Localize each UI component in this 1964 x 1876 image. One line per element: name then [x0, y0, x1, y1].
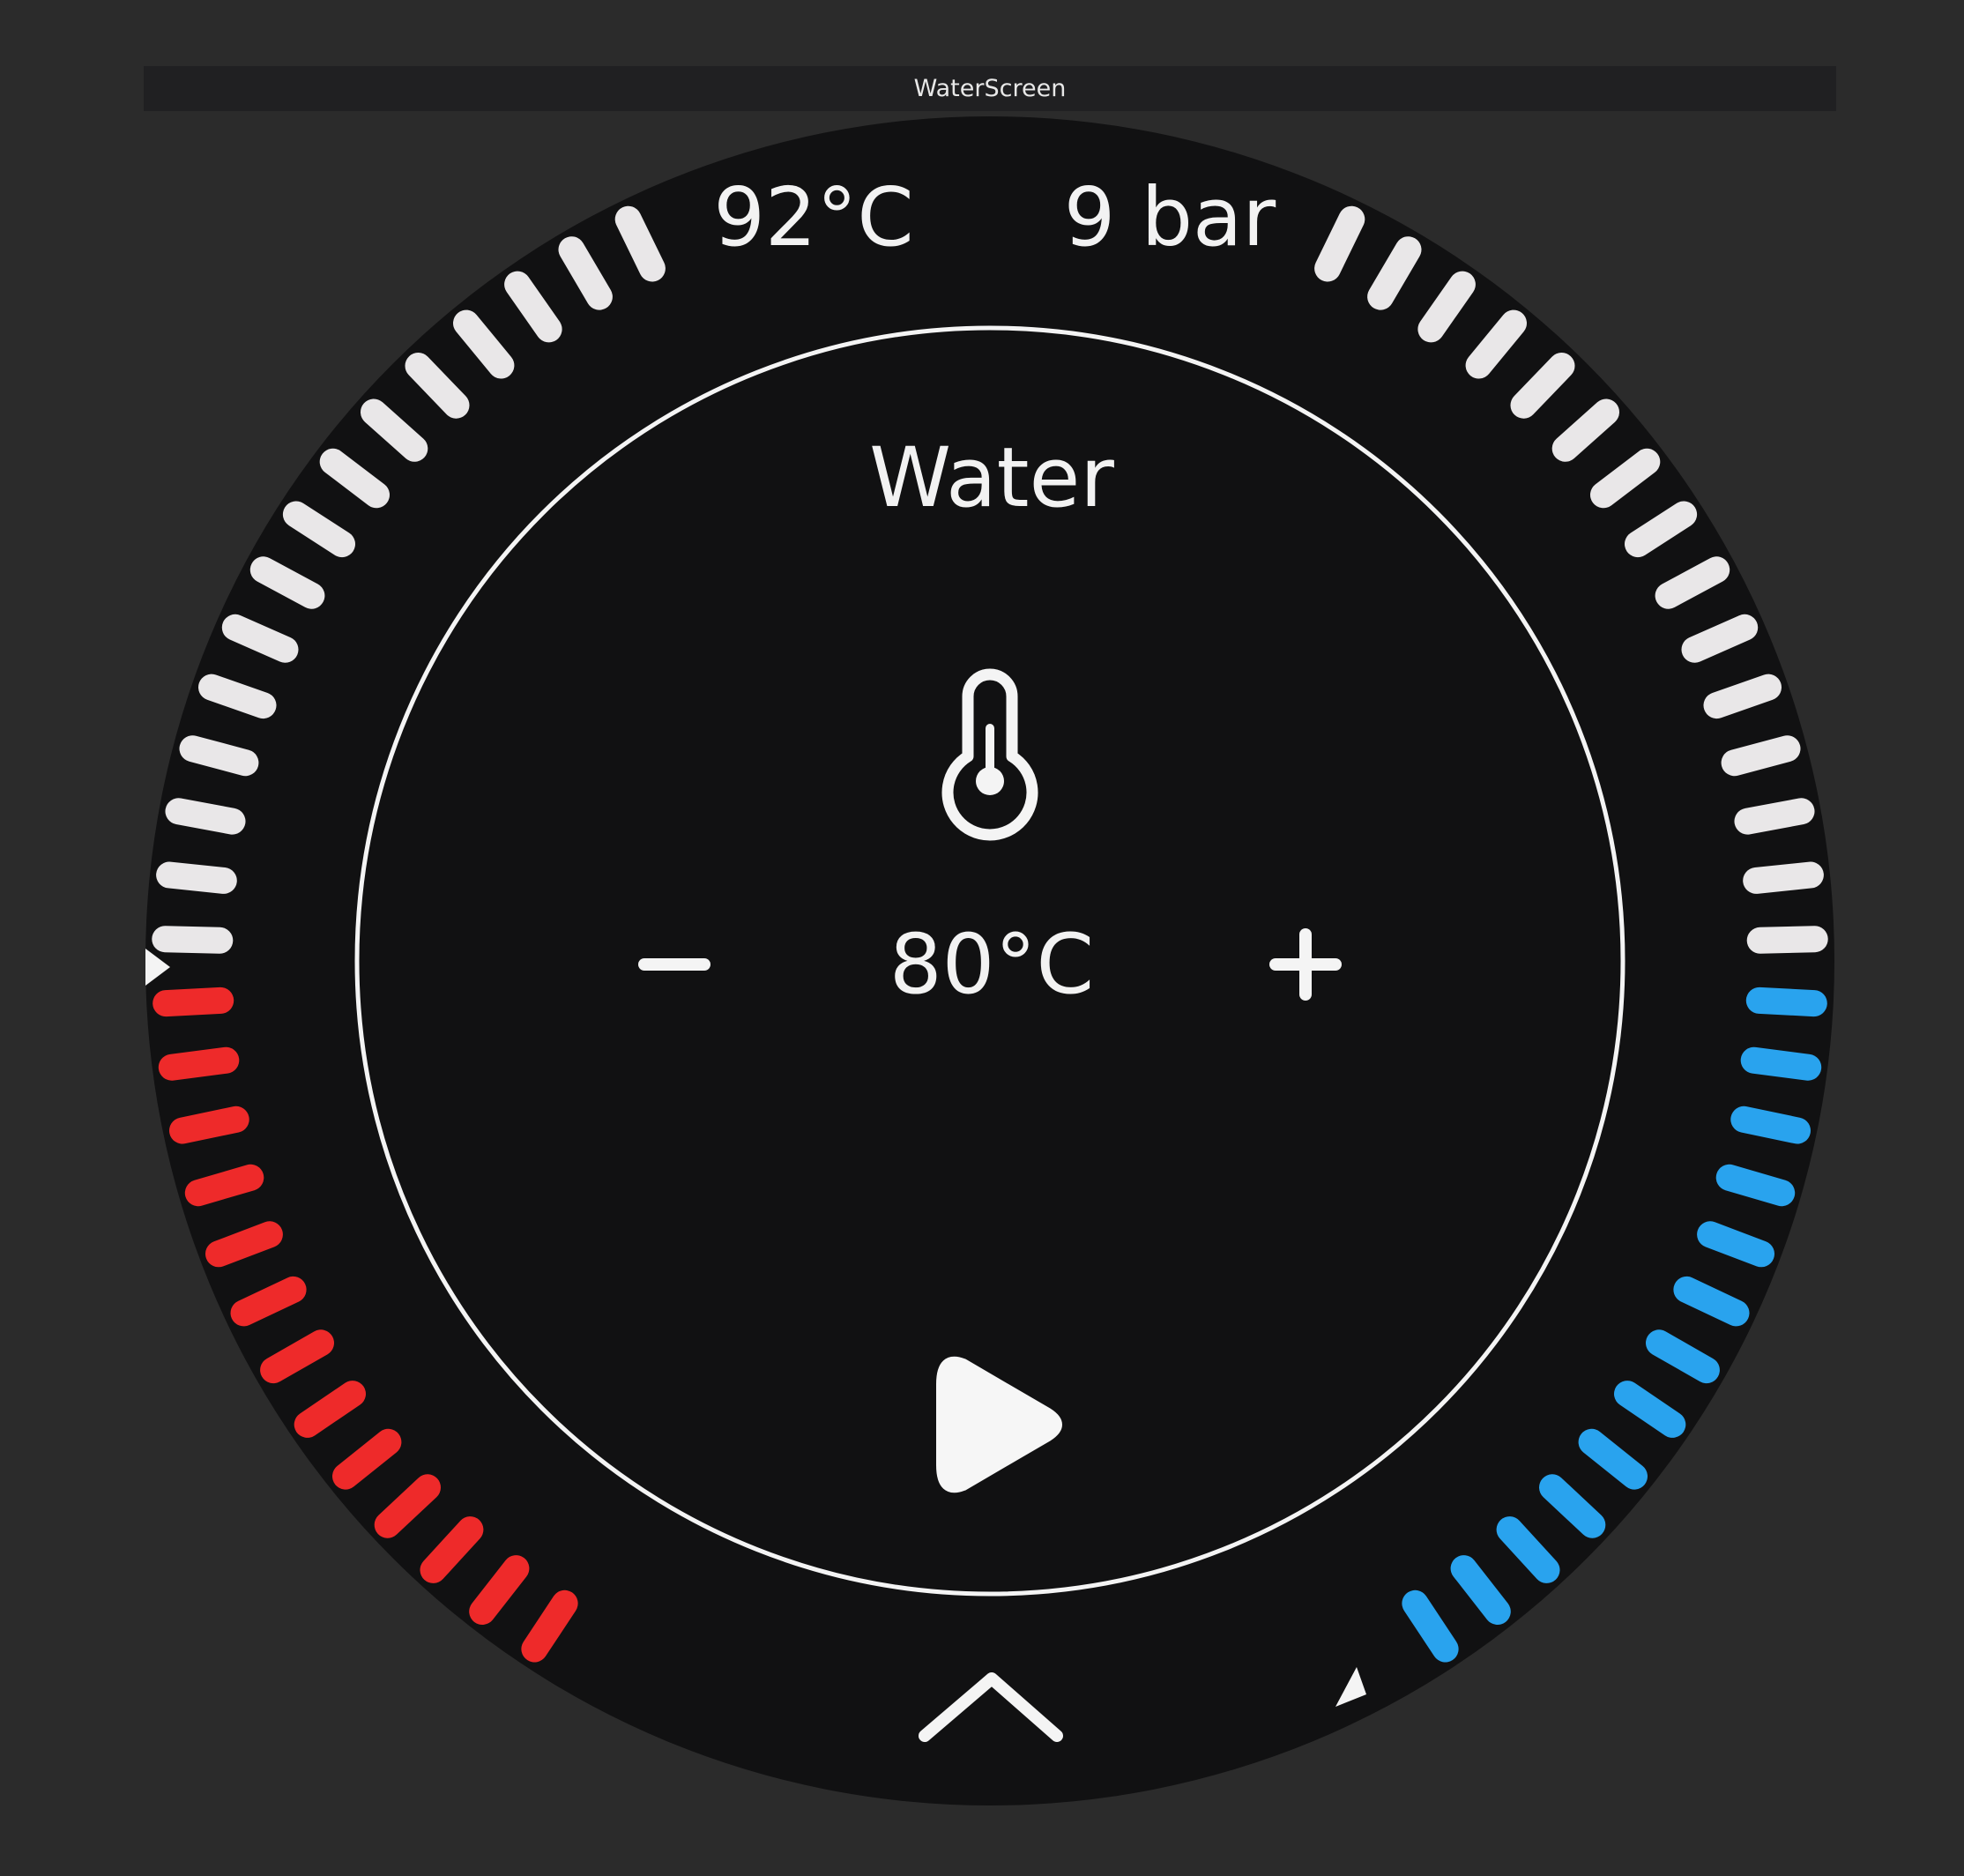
dial-screen: 92°C 9 bar Water 80°C [144, 111, 1836, 1811]
pressure-gauge-tick [1703, 674, 1782, 719]
panel-title: Water [869, 430, 1114, 526]
temp-gauge-tick [153, 986, 234, 1017]
pressure-readout: 9 bar [1064, 170, 1276, 264]
current-temperature-readout: 92°C [713, 170, 913, 264]
temp-gauge-tick [179, 735, 259, 777]
temp-gauge-tick [152, 926, 234, 954]
decrease-temperature-button[interactable] [620, 904, 743, 1028]
pressure-gauge-tick [1745, 986, 1827, 1017]
temp-gauge-tick [156, 861, 237, 894]
pressure-gauge-tick [1715, 1164, 1796, 1207]
temp-gauge-tick [158, 1046, 240, 1081]
window-title: WaterScreen [913, 75, 1067, 102]
temp-gauge-tick [169, 1106, 249, 1144]
window-titlebar: WaterScreen [144, 66, 1836, 111]
temp-gauge-tick [165, 798, 246, 835]
pressure-gauge-tick [1743, 861, 1824, 894]
pressure-gauge-tick [1697, 1221, 1774, 1268]
pressure-gauge-tick [1746, 926, 1828, 954]
pressure-gauge-tick [1721, 735, 1801, 777]
pressure-gauge-tick [1740, 1046, 1822, 1081]
expand-button[interactable] [919, 1645, 1069, 1742]
dial-svg: 92°C 9 bar Water 80°C [145, 116, 1834, 1805]
temp-gauge-tick [205, 1221, 283, 1268]
temp-gauge-tick [184, 1164, 264, 1207]
target-temperature-value: 80°C [889, 917, 1094, 1013]
pressure-gauge-tick [1734, 798, 1815, 835]
pressure-gauge-tick [1730, 1106, 1811, 1144]
increase-temperature-button[interactable] [1246, 904, 1369, 1028]
temp-gauge-tick [198, 674, 277, 719]
